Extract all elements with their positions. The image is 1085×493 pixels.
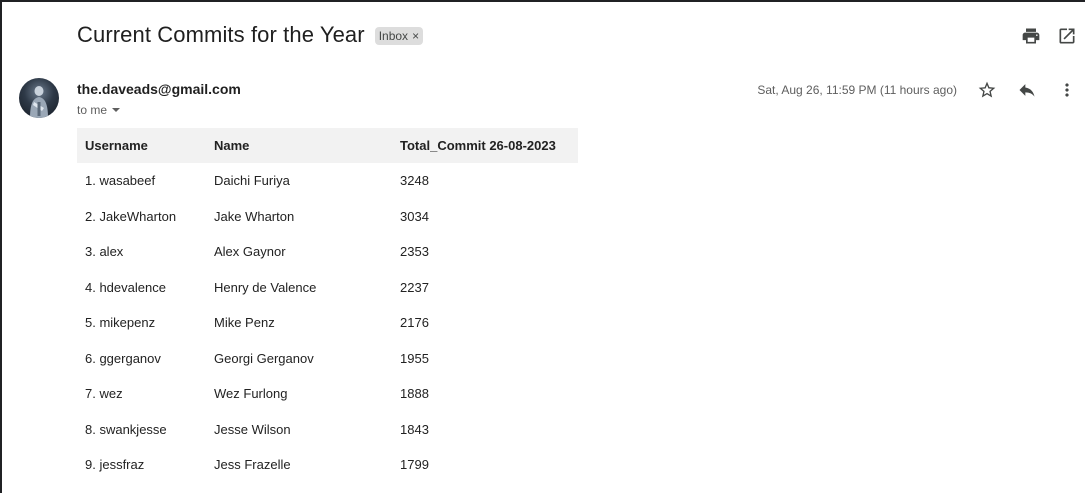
label-text: Inbox [378,29,409,43]
subject-row: Current Commits for the Year Inbox × [77,22,424,48]
header-name: Name [206,128,392,163]
table-row: 7. wez Wez Furlong 1888 [77,376,578,412]
cell-commits: 3034 [400,208,429,224]
cell-name: Jake Wharton [214,208,295,224]
cell-commits: 2176 [400,315,429,331]
sender-avatar[interactable] [19,78,59,118]
cell-username: 7. wez [85,386,123,402]
header-username: Username [77,128,206,163]
print-icon[interactable] [1021,26,1041,46]
cell-name: Henry de Valence [214,279,317,295]
cell-commits: 1843 [400,421,429,437]
table-header-row: Username Name Total_Commit 26-08-2023 [77,128,578,163]
cell-name: Jess Frazelle [214,457,291,473]
cell-username: 8. swankjesse [85,421,167,437]
table-row: 2. JakeWharton Jake Wharton 3034 [77,199,578,235]
recipient-text: to me [77,103,108,117]
table-row: 9. jessfraz Jess Frazelle 1799 [77,447,578,483]
cell-username: 4. hdevalence [85,279,166,295]
star-icon[interactable] [977,80,997,100]
cell-name: Alex Gaynor [214,244,286,260]
email-view: Current Commits for the Year Inbox × the… [0,0,1085,493]
cell-commits: 1955 [400,350,429,366]
cell-username: 6. ggerganov [85,350,161,366]
more-vert-icon[interactable] [1057,80,1077,100]
table-row: 4. hdevalence Henry de Valence 2237 [77,270,578,306]
cell-commits: 1799 [400,457,429,473]
cell-username: 2. JakeWharton [85,208,177,224]
table-row: 1. wasabeef Daichi Furiya 3248 [77,163,578,199]
cell-name: Mike Penz [214,315,275,331]
chevron-down-icon [112,108,121,112]
message-actions [977,80,1077,100]
thread-actions [1021,26,1077,46]
email-subject: Current Commits for the Year [77,22,365,47]
cell-username: 3. alex [85,244,124,260]
cell-username: 1. wasabeef [85,173,156,189]
cell-commits: 1888 [400,386,429,402]
header-total-commit: Total_Commit 26-08-2023 [392,128,578,163]
open-in-new-window-icon[interactable] [1057,26,1077,46]
cell-name: Wez Furlong [214,386,288,402]
inbox-label-chip[interactable]: Inbox × [374,27,424,45]
cell-name: Georgi Gerganov [214,350,314,366]
commits-table: Username Name Total_Commit 26-08-2023 1.… [77,128,578,483]
cell-commits: 2237 [400,279,429,295]
cell-username: 9. jessfraz [85,457,145,473]
table-row: 3. alex Alex Gaynor 2353 [77,234,578,270]
remove-label-icon[interactable]: × [412,29,419,43]
reply-icon[interactable] [1017,80,1037,100]
cell-username: 5. mikepenz [85,315,156,331]
table-row: 8. swankjesse Jesse Wilson 1843 [77,412,578,448]
message-meta: Sat, Aug 26, 11:59 PM (11 hours ago) [757,80,1077,100]
cell-name: Jesse Wilson [214,421,291,437]
table-row: 5. mikepenz Mike Penz 2176 [77,305,578,341]
cell-commits: 3248 [400,173,429,189]
recipient-details-toggle[interactable]: to me [77,103,121,117]
cell-commits: 2353 [400,244,429,260]
sender-email[interactable]: the.daveads@gmail.com [77,81,241,97]
table-row: 6. ggerganov Georgi Gerganov 1955 [77,341,578,377]
avatar-figure-icon [30,86,48,118]
message-date: Sat, Aug 26, 11:59 PM (11 hours ago) [757,83,957,97]
cell-name: Daichi Furiya [214,173,290,189]
